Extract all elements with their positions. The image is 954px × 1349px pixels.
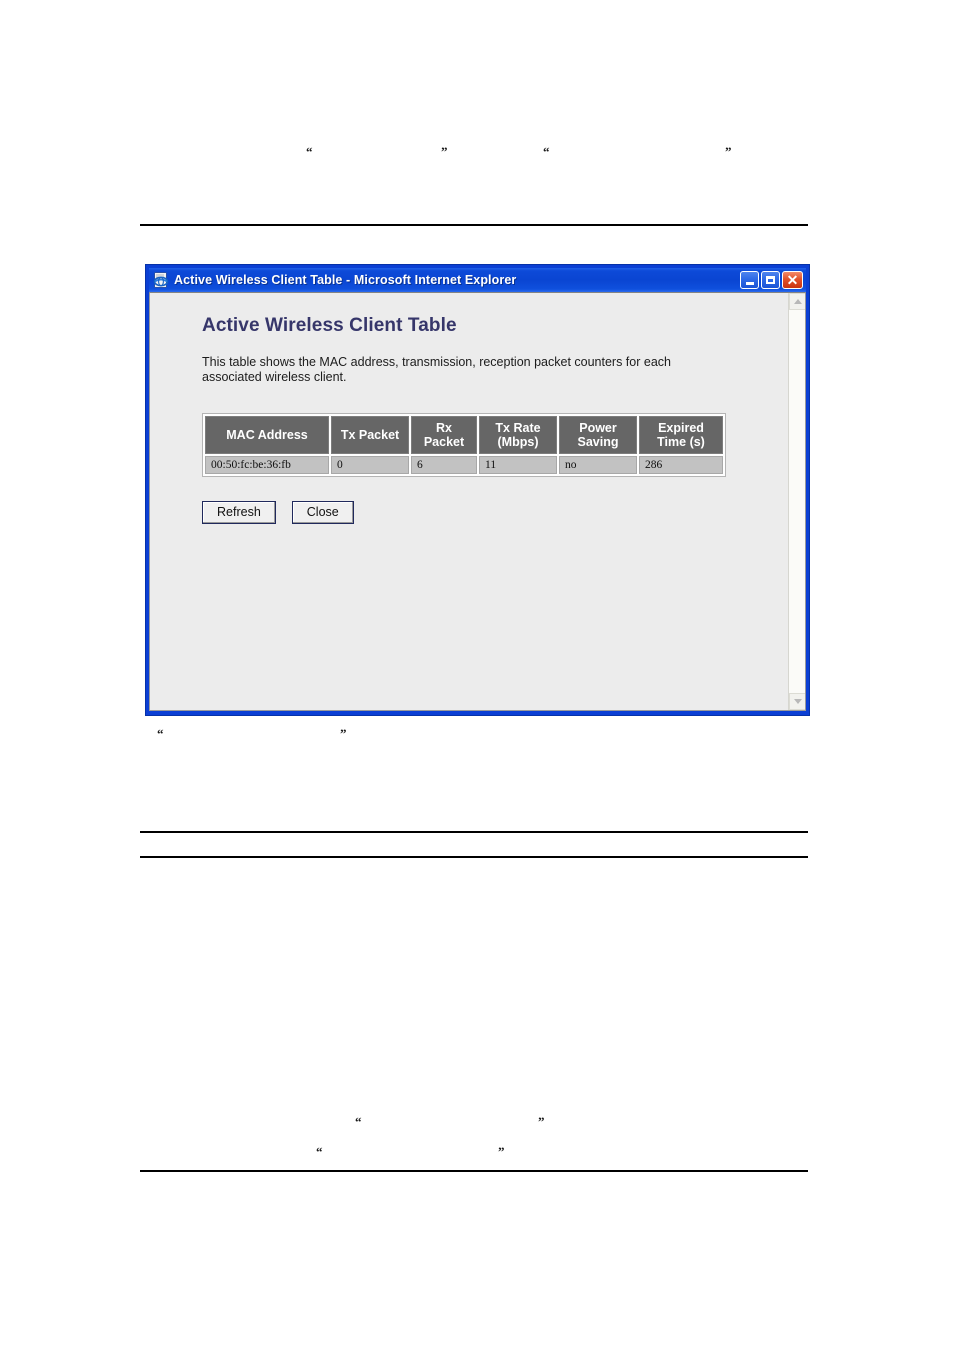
refresh-button[interactable]: Refresh [202, 501, 276, 524]
column-header-tx-packet: Tx Packet [331, 416, 409, 454]
scroll-down-button[interactable] [789, 693, 805, 710]
table-row: 00:50:fc:be:36:fb 0 6 11 no 286 [205, 456, 723, 474]
cell-power-saving: no [559, 456, 637, 474]
page-title: Active Wireless Client Table [202, 315, 457, 336]
quotation-mark-glyph: “ [157, 726, 164, 741]
minimize-button[interactable] [740, 271, 759, 289]
quotation-mark-glyph: “ [316, 1144, 323, 1159]
scrollbar-track[interactable] [789, 310, 805, 693]
horizontal-rule [140, 1170, 808, 1172]
column-header-rx-packet: Rx Packet [411, 416, 477, 454]
vertical-scrollbar[interactable] [788, 293, 805, 710]
column-header-expired-time: Expired Time (s) [639, 416, 723, 454]
close-icon: ✕ [786, 271, 799, 288]
cell-tx-rate: 11 [479, 456, 557, 474]
quotation-mark-glyph: ” [725, 144, 732, 159]
scroll-up-button[interactable] [789, 293, 805, 310]
horizontal-rule [140, 856, 808, 858]
browser-client-area: Active Wireless Client Table This table … [149, 292, 806, 711]
browser-window: Active Wireless Client Table - Microsoft… [145, 264, 810, 716]
quotation-mark-glyph: ” [498, 1144, 505, 1159]
column-header-mac-address: MAC Address [205, 416, 329, 454]
quotation-mark-glyph: ” [340, 726, 347, 741]
button-row: Refresh Close [202, 501, 788, 524]
quotation-mark-glyph: ” [538, 1114, 545, 1129]
cell-tx-packet: 0 [331, 456, 409, 474]
scroll-up-icon [793, 299, 802, 304]
scroll-down-icon [793, 699, 802, 704]
horizontal-rule [140, 224, 808, 226]
window-title: Active Wireless Client Table - Microsoft… [174, 273, 517, 287]
internet-explorer-icon [153, 272, 169, 288]
maximize-button[interactable] [761, 271, 780, 289]
column-header-power-saving: Power Saving [559, 416, 637, 454]
close-button[interactable]: ✕ [782, 271, 803, 289]
quotation-mark-glyph: “ [355, 1114, 362, 1129]
active-wireless-client-table: MAC Address Tx Packet Rx Packet Tx Rate … [202, 413, 726, 477]
table-header-row: MAC Address Tx Packet Rx Packet Tx Rate … [205, 416, 723, 454]
window-controls: ✕ [740, 271, 804, 289]
window-titlebar[interactable]: Active Wireless Client Table - Microsoft… [149, 268, 806, 292]
column-header-tx-rate: Tx Rate (Mbps) [479, 416, 557, 454]
quotation-mark-glyph: ” [441, 144, 448, 159]
cell-expired-time: 286 [639, 456, 723, 474]
page-content: Active Wireless Client Table This table … [150, 293, 788, 710]
minimize-icon [745, 282, 754, 285]
quotation-mark-glyph: “ [543, 144, 550, 159]
quotation-mark-glyph: “ [306, 144, 313, 159]
close-page-button[interactable]: Close [291, 501, 354, 524]
cell-rx-packet: 6 [411, 456, 477, 474]
page-description: This table shows the MAC address, transm… [202, 355, 671, 384]
cell-mac-address: 00:50:fc:be:36:fb [205, 456, 329, 474]
maximize-icon [766, 276, 775, 284]
horizontal-rule [140, 831, 808, 833]
